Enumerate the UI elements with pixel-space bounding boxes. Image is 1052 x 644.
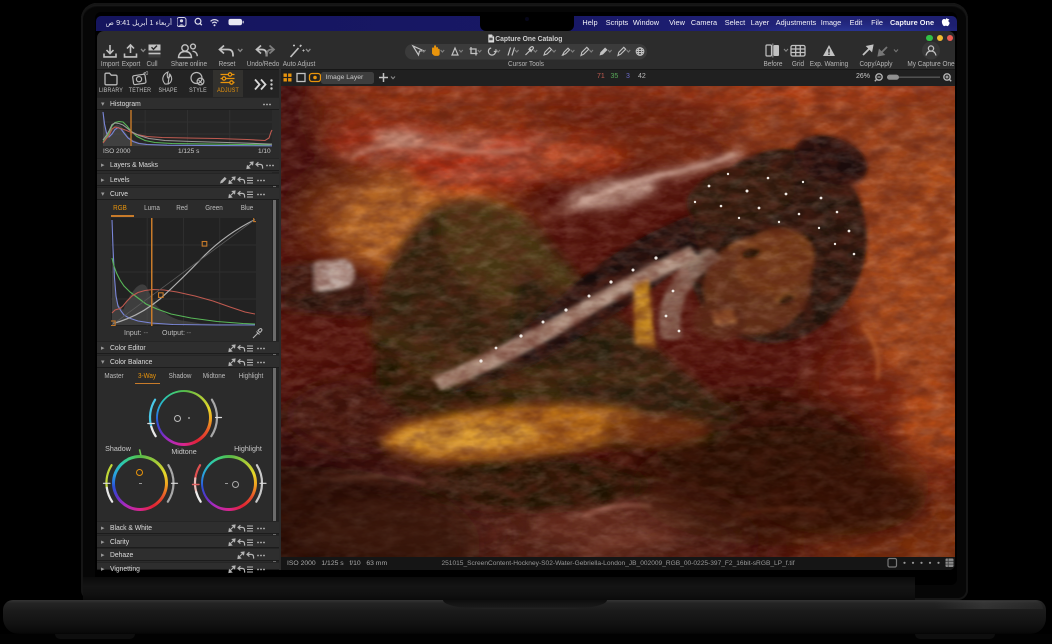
svg-text:0: 0: [146, 71, 149, 77]
